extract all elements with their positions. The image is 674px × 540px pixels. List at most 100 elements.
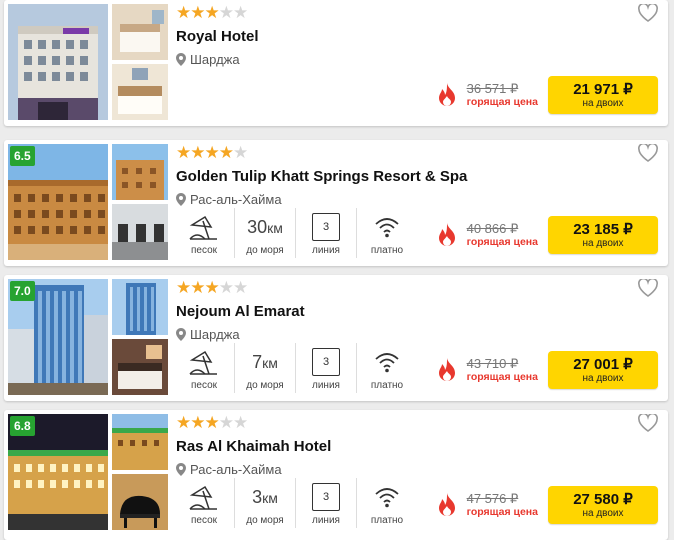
star-icon: ★ <box>218 278 234 297</box>
star-icon: ★ <box>204 413 220 432</box>
star-icon: ★ <box>204 3 220 22</box>
star-rating: ★★★★★ <box>176 413 248 432</box>
star-icon: ★ <box>233 278 248 297</box>
location-text: Шарджа <box>190 52 240 67</box>
hotel-name[interactable]: Nejoum Al Emarat <box>176 303 305 320</box>
heart-icon[interactable] <box>638 414 658 432</box>
star-icon: ★ <box>204 278 220 297</box>
distance-value: 7 <box>252 351 263 372</box>
old-price: 40 866 ₽ <box>466 221 519 236</box>
star-rating: ★★★★★ <box>176 3 248 22</box>
star-icon: ★ <box>190 278 205 297</box>
price-area: 40 866 ₽ горящая цена 23 185 ₽ на двоих <box>437 216 658 254</box>
old-price-block: 40 866 ₽ горящая цена <box>467 221 538 249</box>
star-icon: ★ <box>218 413 234 432</box>
hotel-location: Рас-аль-Хайма <box>176 462 282 477</box>
price-button[interactable]: 21 971 ₽ на двоих <box>548 76 658 114</box>
feature-wifi: платно <box>357 343 417 393</box>
line-number: 3 <box>312 348 340 376</box>
feature-line: 3 линия <box>296 343 357 393</box>
hotel-photo-main[interactable] <box>8 4 108 120</box>
star-icon: ★ <box>218 3 234 22</box>
hotel-photo-exterior[interactable] <box>112 414 168 470</box>
feature-wifi: платно <box>357 208 417 258</box>
heart-icon[interactable] <box>638 144 658 162</box>
star-icon: ★ <box>233 3 248 22</box>
hotel-location: Шарджа <box>176 327 240 342</box>
hotel-name[interactable]: Ras Al Khaimah Hotel <box>176 438 331 455</box>
hotel-card[interactable]: 7.0 ★★★★★ Nejoum Al Emarat Шарджа песок … <box>4 275 668 401</box>
feature-line-label: линия <box>312 245 340 256</box>
price-value: 27 580 ₽ <box>573 490 633 508</box>
hot-price-label: горящая цена <box>466 506 538 518</box>
feature-line-label: линия <box>312 515 340 526</box>
star-icon: ★ <box>204 143 220 162</box>
rating-badge: 7.0 <box>10 281 35 301</box>
hot-price-label: горящая цена <box>466 371 538 383</box>
price-value: 27 001 ₽ <box>573 355 633 373</box>
feature-line: 3 линия <box>296 478 357 528</box>
price-button[interactable]: 27 001 ₽ на двоих <box>548 351 658 389</box>
old-price: 36 571 ₽ <box>466 81 519 96</box>
heart-icon[interactable] <box>638 279 658 297</box>
hotel-photo-exterior[interactable] <box>112 279 168 335</box>
feature-wifi-label: платно <box>370 515 404 526</box>
fire-icon <box>438 83 455 106</box>
hotel-photo-piano[interactable] <box>112 474 168 530</box>
star-rating: ★★★★★ <box>176 143 248 162</box>
wifi-icon <box>375 218 399 238</box>
hotel-card[interactable]: ★★★★★ Royal Hotel Шарджа 36 571 ₽ горяща… <box>4 0 668 126</box>
star-icon: ★ <box>190 413 205 432</box>
hotel-photo-gym[interactable] <box>112 204 168 260</box>
feature-wifi-label: платно <box>370 380 404 391</box>
location-text: Рас-аль-Хайма <box>190 192 282 207</box>
hotel-features: песок 7км до моря 3 линия платно <box>174 343 417 393</box>
wifi-icon <box>375 488 399 508</box>
price-button[interactable]: 27 580 ₽ на двоих <box>548 486 658 524</box>
price-note: на двоих <box>582 237 624 249</box>
hot-price-label: горящая цена <box>466 236 538 248</box>
location-pin-icon <box>176 193 186 206</box>
feature-beach: песок <box>174 343 235 393</box>
rating-badge: 6.5 <box>10 146 35 166</box>
beach-umbrella-icon <box>189 215 217 240</box>
price-note: на двоих <box>582 507 624 519</box>
hotel-name[interactable]: Royal Hotel <box>176 28 259 45</box>
hotel-photo-exterior[interactable] <box>112 144 168 200</box>
distance-value: 3 <box>252 486 263 507</box>
distance-unit: км <box>267 219 283 236</box>
old-price-block: 47 576 ₽ горящая цена <box>467 491 538 519</box>
line-number: 3 <box>312 483 340 511</box>
old-price: 43 710 ₽ <box>466 356 519 371</box>
feature-beach-label: песок <box>190 245 218 256</box>
hotel-card[interactable]: 6.5 ★★★★★ Golden Tulip Khatt Springs Res… <box>4 140 668 266</box>
fire-icon <box>438 493 455 516</box>
feature-wifi-label: платно <box>370 245 404 256</box>
wifi-icon <box>375 353 399 373</box>
hotel-photo-room[interactable] <box>112 4 168 60</box>
hotel-features: песок 30км до моря 3 линия платно <box>174 208 417 258</box>
rating-badge: 6.8 <box>10 416 35 436</box>
hotel-name[interactable]: Golden Tulip Khatt Springs Resort & Spa <box>176 168 467 185</box>
beach-umbrella-icon <box>189 485 217 510</box>
distance-unit: км <box>262 489 278 506</box>
location-pin-icon <box>176 328 186 341</box>
old-price-block: 36 571 ₽ горящая цена <box>467 81 538 109</box>
star-icon: ★ <box>233 413 248 432</box>
feature-line: 3 линия <box>296 208 357 258</box>
heart-icon[interactable] <box>638 4 658 22</box>
feature-beach: песок <box>174 208 235 258</box>
feature-wifi: платно <box>357 478 417 528</box>
hotel-photo-bed[interactable] <box>112 64 168 120</box>
fire-icon <box>438 223 455 246</box>
distance-value: 30 <box>247 216 268 237</box>
price-note: на двоих <box>582 97 624 109</box>
hotel-features: песок 3км до моря 3 линия платно <box>174 478 417 528</box>
hotel-photo-room[interactable] <box>112 339 168 395</box>
price-button[interactable]: 23 185 ₽ на двоих <box>548 216 658 254</box>
location-pin-icon <box>176 53 186 66</box>
beach-umbrella-icon <box>189 350 217 375</box>
distance-unit: км <box>262 354 278 371</box>
hotel-card[interactable]: 6.8 ★★★★★ Ras Al Khaimah Hotel Рас-аль-Х… <box>4 410 668 540</box>
price-note: на двоих <box>582 372 624 384</box>
